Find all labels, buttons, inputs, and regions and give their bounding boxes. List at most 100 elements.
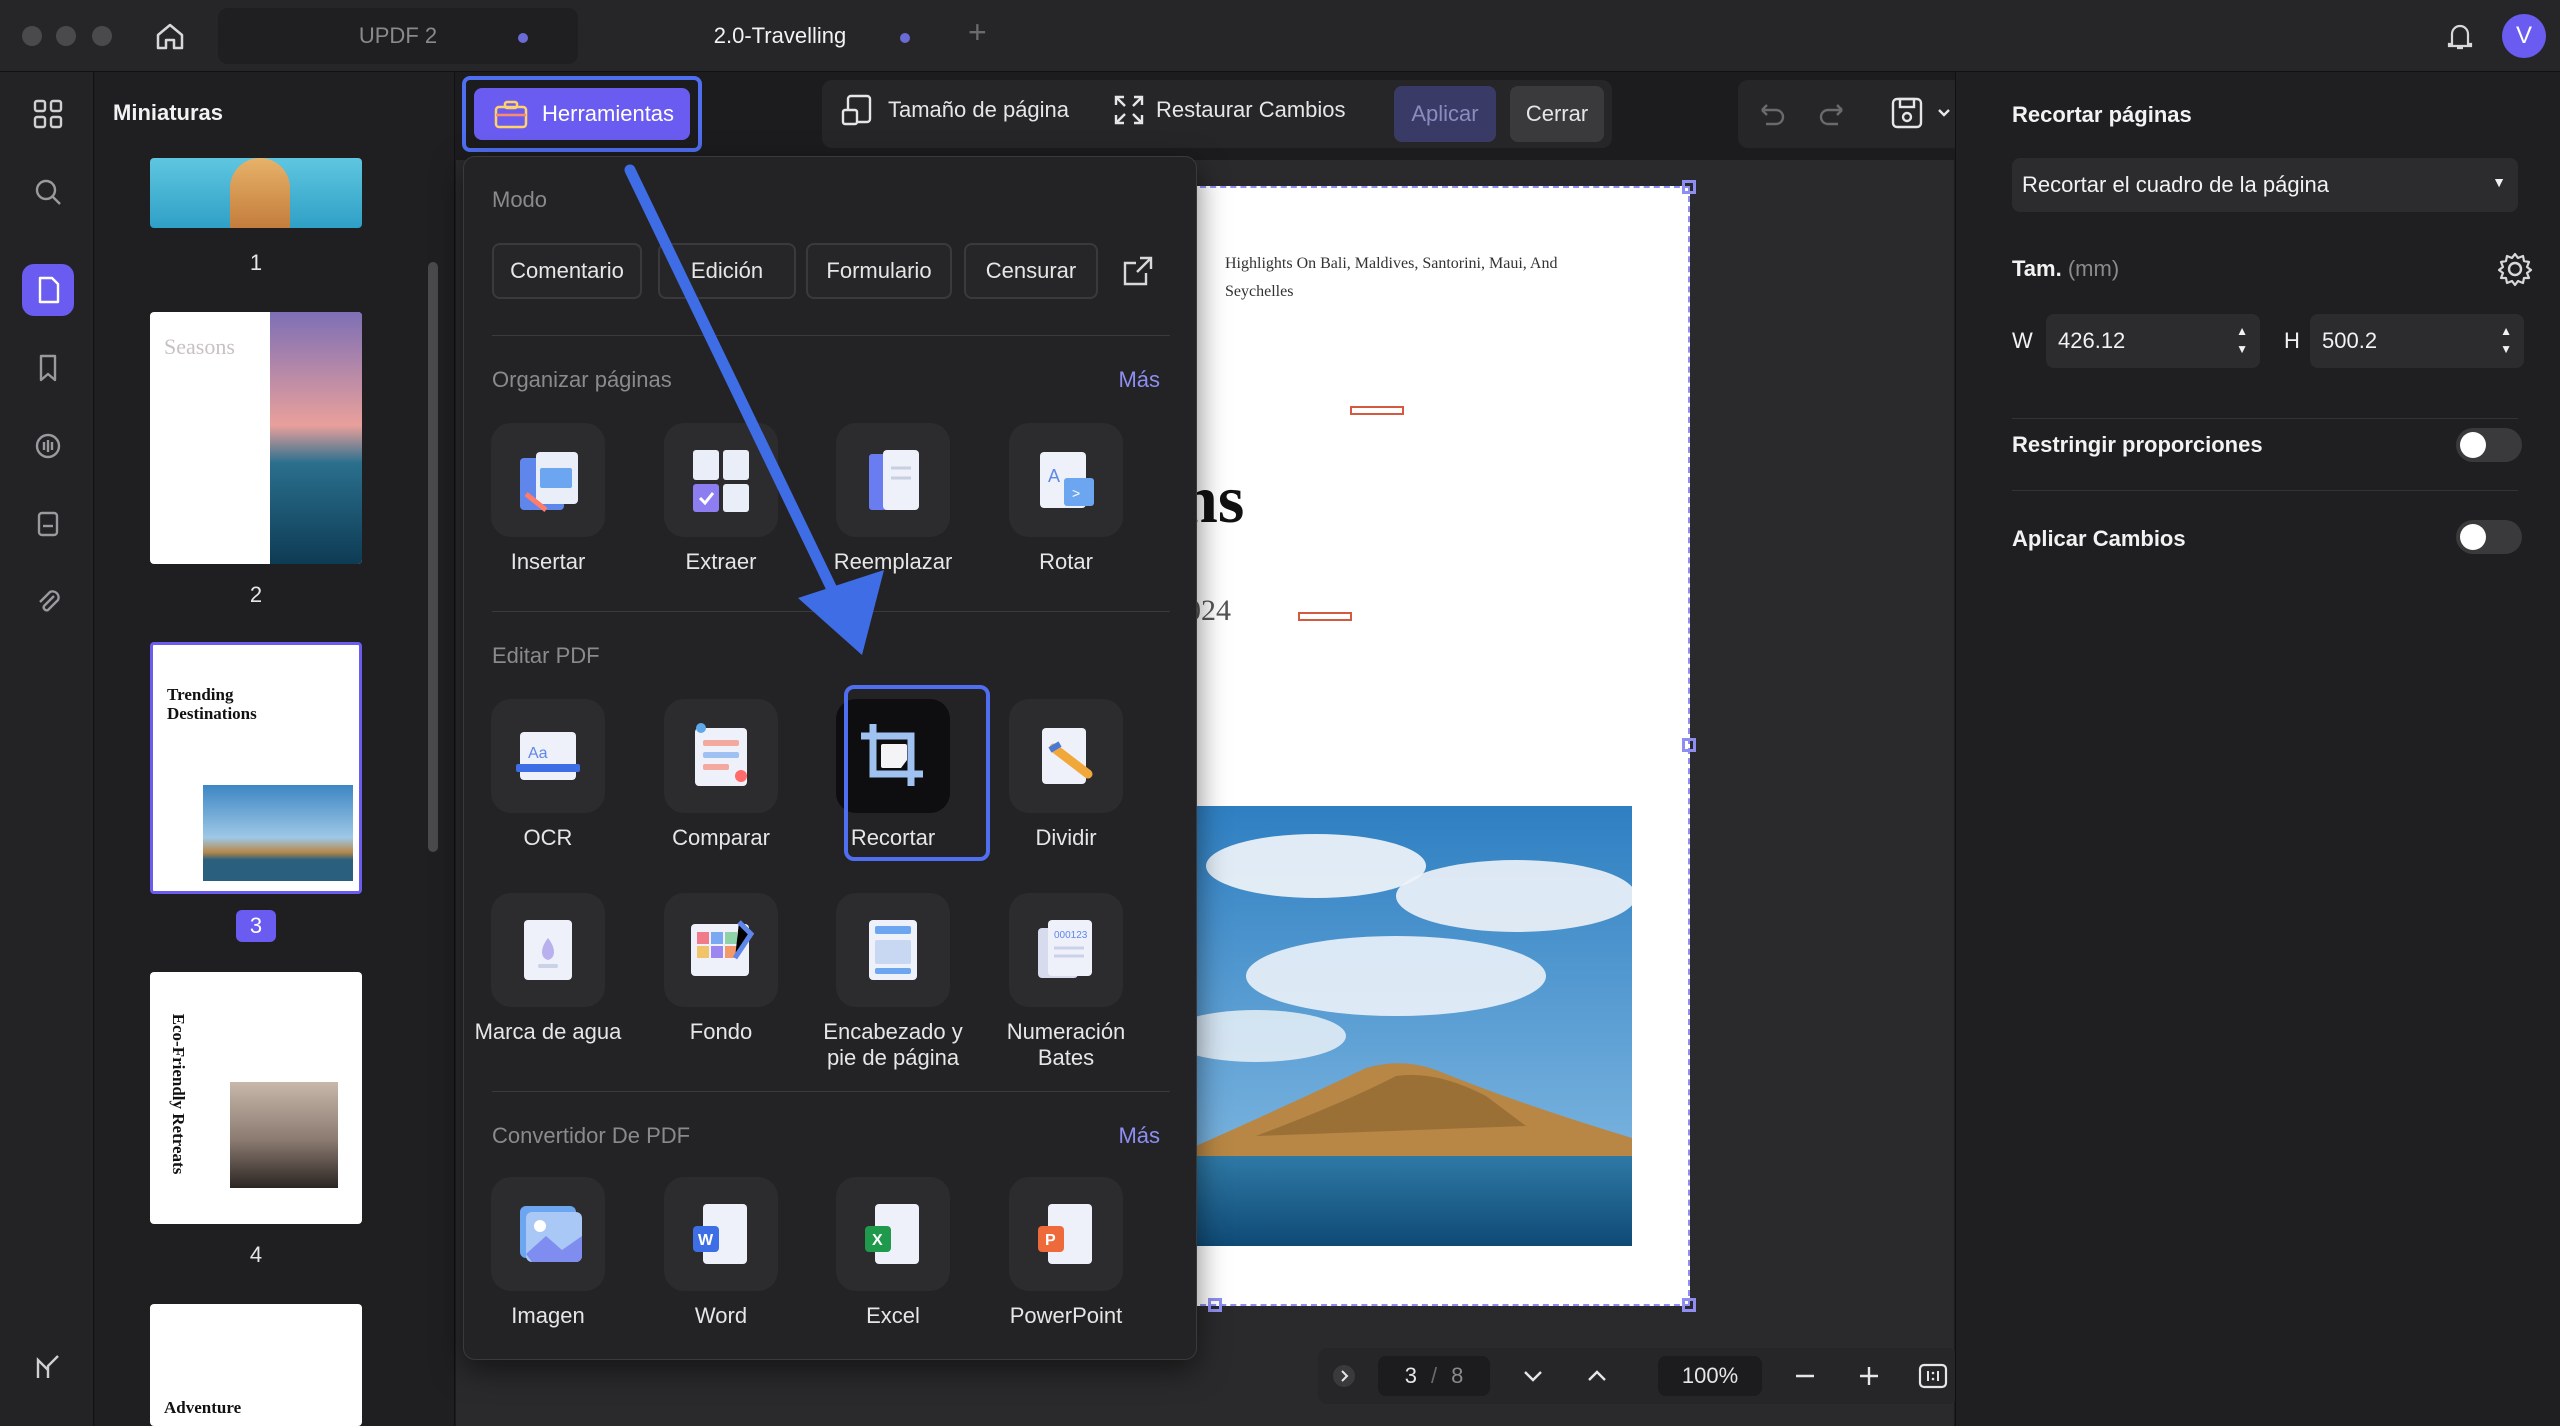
zoom-in-icon[interactable] [1856, 1364, 1882, 1388]
tool-convert-excel[interactable]: X Excel [809, 1177, 977, 1329]
tool-watermark[interactable]: Marca de agua [464, 893, 632, 1045]
restrict-proportions-label: Restringir proporciones [2012, 432, 2263, 457]
restrict-proportions-toggle[interactable] [2456, 428, 2522, 462]
restore-changes-label: Restaurar Cambios [1156, 97, 1346, 122]
page-tools-icon[interactable] [22, 264, 74, 316]
updf-logo-icon[interactable] [22, 1342, 74, 1394]
crop-settings-panel: Recortar páginas Recortar el cuadro de l… [1955, 72, 2560, 1426]
expand-arrows-icon [1114, 95, 1144, 125]
height-input[interactable]: 500.2 ▲ ▼ [2310, 314, 2524, 368]
thumbnail-page-4[interactable]: Eco-Friendly Retreats [150, 972, 362, 1224]
new-tab-plus-icon[interactable]: + [968, 14, 987, 51]
svg-text:X: X [872, 1232, 883, 1249]
width-input[interactable]: 426.12 ▲ ▼ [2046, 314, 2260, 368]
organize-more-link[interactable]: Más [1118, 367, 1160, 393]
thumbnail-page-3[interactable]: Trending Destinations [150, 642, 362, 894]
crop-mode-select[interactable]: Recortar el cuadro de la página ▼ [2012, 158, 2518, 212]
minimize-window-button[interactable] [56, 26, 76, 46]
svg-text:Aa: Aa [528, 745, 548, 762]
tool-label: Excel [866, 1303, 920, 1328]
gear-icon[interactable] [2496, 250, 2534, 288]
tool-convert-powerpoint[interactable]: P PowerPoint [982, 1177, 1150, 1329]
width-value: 426.12 [2058, 328, 2126, 353]
attachment-icon[interactable] [22, 576, 74, 628]
tools-button-highlight: Herramientas [462, 76, 702, 152]
kayak-photo [230, 158, 290, 228]
bell-icon[interactable] [2440, 16, 2480, 56]
thumbnail-page-5[interactable]: Adventure [150, 1304, 362, 1426]
size-label: Tam. (mm) [2012, 256, 2119, 282]
toolbox-icon [494, 100, 528, 129]
apply-button[interactable]: Aplicar [1394, 86, 1496, 142]
stamp-icon[interactable] [22, 498, 74, 550]
thumbnails-scrollbar[interactable] [428, 262, 438, 852]
next-page-chevron-down-icon[interactable] [1520, 1364, 1546, 1388]
thumbnail-page-2[interactable]: Seasons [150, 312, 362, 564]
tool-background[interactable]: Fondo [637, 893, 805, 1045]
bookmark-icon[interactable] [22, 342, 74, 394]
thumb-heading: Trending Destinations [167, 685, 257, 723]
tool-label: Rotar [1039, 549, 1093, 574]
save-icon[interactable] [1888, 94, 1926, 132]
tool-rotate[interactable]: A > Rotar [982, 423, 1150, 575]
convert-more-link[interactable]: Más [1118, 1123, 1160, 1149]
close-window-button[interactable] [22, 26, 42, 46]
redo-icon[interactable] [1816, 96, 1852, 132]
tab-label: 2.0-Travelling [713, 23, 847, 48]
tab-updf-2[interactable]: UPDF 2 [218, 8, 578, 64]
avatar[interactable]: V [2502, 14, 2546, 58]
page-size-button[interactable]: Tamaño de página [840, 80, 1069, 140]
restore-changes-button[interactable]: Restaurar Cambios [1112, 80, 1346, 140]
crop-mode-value: Recortar el cuadro de la página [2022, 172, 2329, 197]
page-number-field[interactable]: 3 / 8 [1378, 1356, 1490, 1396]
chevron-down-icon[interactable] [1936, 106, 1952, 120]
height-label: H [2284, 328, 2300, 353]
compare-icon [664, 699, 778, 813]
tool-ocr[interactable]: Aa OCR [464, 699, 632, 851]
ai-chat-icon[interactable] [22, 420, 74, 472]
divider [2012, 490, 2518, 491]
actual-size-icon[interactable] [1918, 1362, 1948, 1390]
apply-changes-toggle[interactable] [2456, 520, 2522, 554]
undo-icon[interactable] [1752, 96, 1788, 132]
open-external-icon[interactable] [1120, 253, 1156, 289]
total-pages: 8 [1451, 1363, 1464, 1388]
title-bar: UPDF 2 2.0-Travelling + V [0, 0, 2560, 72]
svg-text:000123: 000123 [1054, 930, 1088, 941]
tool-convert-word[interactable]: W Word [637, 1177, 805, 1329]
expand-chevron-icon[interactable] [1332, 1364, 1356, 1388]
search-icon[interactable] [22, 166, 74, 218]
zoom-window-button[interactable] [92, 26, 112, 46]
thumbnail-page-1[interactable] [150, 158, 362, 228]
crop-handle-bottom-right[interactable] [1682, 1298, 1696, 1312]
thumb-heading: Seasons [164, 334, 235, 359]
width-stepper-icon[interactable]: ▲ ▼ [2236, 322, 2248, 358]
current-page: 3 [1404, 1363, 1417, 1388]
tool-compare[interactable]: Comparar [637, 699, 805, 851]
tool-bates-numbering[interactable]: 000123 Numeración Bates [982, 893, 1150, 1071]
convert-section-title: Convertidor De PDF [492, 1123, 691, 1148]
tool-split[interactable]: Dividir [982, 699, 1150, 851]
divider [2012, 418, 2518, 419]
previous-page-chevron-up-icon[interactable] [1584, 1364, 1610, 1388]
red-placeholder-mark [1350, 406, 1404, 415]
tab-travelling[interactable]: 2.0-Travelling [600, 8, 960, 64]
tool-convert-image[interactable]: Imagen [464, 1177, 632, 1329]
home-icon[interactable] [150, 16, 190, 56]
close-button[interactable]: Cerrar [1510, 86, 1604, 142]
zoom-out-icon[interactable] [1792, 1364, 1818, 1388]
grid-view-icon[interactable] [22, 88, 74, 140]
svg-text:P: P [1045, 1232, 1056, 1249]
crop-handle-bottom-left[interactable] [1208, 1298, 1222, 1312]
mode-redact-button[interactable]: Censurar [964, 243, 1098, 299]
page-size-icon [841, 94, 872, 126]
tool-header-footer[interactable]: Encabezado y pie de página [809, 893, 977, 1071]
crop-handle-right[interactable] [1682, 738, 1696, 752]
split-icon [1009, 699, 1123, 813]
width-label: W [2012, 328, 2033, 353]
crop-handle-top-right[interactable] [1682, 180, 1696, 194]
zoom-level-field[interactable]: 100% [1658, 1356, 1762, 1396]
height-stepper-icon[interactable]: ▲ ▼ [2500, 322, 2512, 358]
tools-button[interactable]: Herramientas [474, 88, 690, 140]
header-footer-icon [836, 893, 950, 1007]
